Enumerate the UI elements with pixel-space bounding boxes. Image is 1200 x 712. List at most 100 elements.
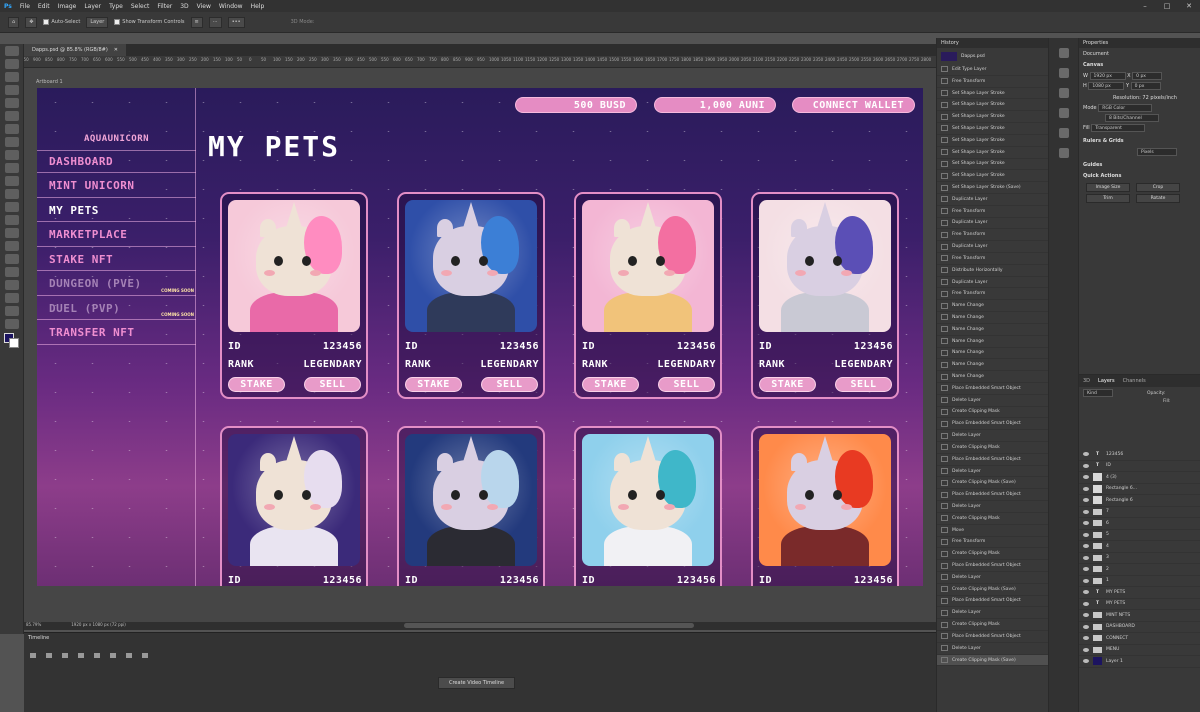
history-item[interactable]: Name Change: [937, 359, 1048, 372]
artboard[interactable]: AQUAUNICORN DASHBOARD MINT UNICORN MY PETS…: [37, 88, 923, 586]
visibility-eye-icon[interactable]: [1083, 486, 1089, 491]
layer-row[interactable]: 3: [1079, 553, 1200, 564]
first-frame-icon[interactable]: [30, 653, 36, 658]
visibility-eye-icon[interactable]: [1083, 555, 1089, 560]
history-item[interactable]: Set Shape Layer Stroke: [937, 170, 1048, 183]
hand-tool-icon[interactable]: [4, 293, 19, 303]
history-item[interactable]: Place Embedded Smart Object: [937, 631, 1048, 643]
adjustments-panel-icon[interactable]: [1058, 88, 1069, 98]
more-icon[interactable]: •••: [227, 16, 245, 28]
document-tab[interactable]: Dapps.psd @ 85.8% (RGB/8#) ✕: [24, 44, 126, 56]
guides-section-title[interactable]: Guides: [1083, 162, 1196, 168]
history-panel-title[interactable]: History: [937, 38, 1048, 48]
eyedropper-tool-icon[interactable]: [4, 124, 19, 134]
trim-button[interactable]: Trim: [1086, 194, 1130, 203]
zoom-tool-icon[interactable]: [4, 306, 19, 316]
tab-3d[interactable]: 3D: [1083, 375, 1090, 387]
visibility-eye-icon[interactable]: [1083, 601, 1089, 606]
canvas-width-field[interactable]: 1920 px: [1089, 72, 1126, 80]
layer-row[interactable]: MINT NFTS: [1079, 610, 1200, 622]
sell-button[interactable]: SELL: [304, 377, 361, 392]
stake-button[interactable]: STAKE: [759, 377, 816, 392]
move-tool-icon[interactable]: ✥: [25, 16, 38, 28]
menu-3d[interactable]: 3D: [176, 3, 192, 10]
history-item[interactable]: Name Change: [937, 371, 1048, 383]
history-item[interactable]: Set Shape Layer Stroke: [937, 88, 1048, 100]
layer-row[interactable]: DASHBOARD: [1079, 622, 1200, 633]
history-item[interactable]: Delete Layer: [937, 572, 1048, 584]
layer-row[interactable]: CONNECT: [1079, 633, 1200, 645]
history-item[interactable]: Set Shape Layer Stroke: [937, 111, 1048, 124]
history-item[interactable]: Delete Layer: [937, 466, 1048, 478]
split-icon[interactable]: [126, 653, 132, 658]
history-item[interactable]: Duplicate Layer: [937, 241, 1048, 253]
pet-card[interactable]: ID 123456 RANK LEGENDARY STAKE SELL: [397, 192, 545, 399]
distribute-icon[interactable]: ⋯: [208, 16, 222, 28]
history-item[interactable]: Free Transform: [937, 537, 1048, 549]
visibility-eye-icon[interactable]: [1083, 624, 1089, 629]
menu-type[interactable]: Type: [105, 3, 127, 10]
properties-panel-title[interactable]: Properties: [1079, 38, 1200, 48]
visibility-eye-icon[interactable]: [1083, 463, 1089, 468]
pet-card[interactable]: ID 123456 RANK LEGENDARY STAKE SELL: [220, 192, 368, 399]
brush-panel-icon[interactable]: [1058, 108, 1069, 118]
canvas-height-field[interactable]: 1080 px: [1088, 82, 1125, 90]
crop-button[interactable]: Crop: [1136, 183, 1180, 192]
busd-balance-button[interactable]: 500 BUSD: [515, 97, 637, 113]
visibility-eye-icon[interactable]: [1083, 452, 1089, 457]
play-icon[interactable]: [62, 653, 68, 658]
history-item[interactable]: Create Clipping Mask: [937, 548, 1048, 561]
ruler-units-select[interactable]: Pixels: [1137, 148, 1177, 156]
magic-wand-tool-icon[interactable]: [4, 85, 19, 95]
canvas-x-field[interactable]: 0 px: [1132, 72, 1163, 80]
image-size-button[interactable]: Image Size: [1086, 183, 1130, 192]
canvas-y-field[interactable]: 0 px: [1130, 82, 1161, 90]
layer-row[interactable]: 4 (3): [1079, 472, 1200, 484]
history-item[interactable]: Free Transform: [937, 76, 1048, 88]
properties-panel-icon[interactable]: [1058, 68, 1069, 78]
gradient-tool-icon[interactable]: [4, 202, 19, 212]
auni-balance-button[interactable]: 1,000 AUNI: [654, 97, 776, 113]
history-item[interactable]: Name Change: [937, 324, 1048, 336]
next-frame-icon[interactable]: [78, 653, 84, 658]
layer-row[interactable]: 2: [1079, 564, 1200, 576]
layer-row[interactable]: Layer 1: [1079, 656, 1200, 668]
rulers-grids-section-title[interactable]: Rulers & Grids: [1083, 138, 1196, 144]
visibility-eye-icon[interactable]: [1083, 647, 1089, 652]
menu-image[interactable]: Image: [54, 3, 81, 10]
pen-tool-icon[interactable]: [4, 241, 19, 251]
fill-select[interactable]: Transparent: [1091, 124, 1146, 132]
visibility-eye-icon[interactable]: [1083, 613, 1089, 618]
sell-button[interactable]: SELL: [835, 377, 892, 392]
layer-row[interactable]: T ID: [1079, 461, 1200, 472]
eraser-tool-icon[interactable]: [4, 189, 19, 199]
nav-item-my-pets[interactable]: MY PETS: [37, 199, 196, 222]
history-item[interactable]: Create Clipping Mask (Save): [937, 477, 1048, 490]
history-item[interactable]: Name Change: [937, 336, 1048, 348]
prev-frame-icon[interactable]: [46, 653, 52, 658]
history-item[interactable]: Place Embedded Smart Object: [937, 454, 1048, 466]
tab-channels[interactable]: Channels: [1123, 375, 1146, 387]
lasso-tool-icon[interactable]: [4, 72, 19, 82]
history-item[interactable]: Create Clipping Mask: [937, 442, 1048, 454]
nav-item-dungeon-pve[interactable]: DUNGEON (PVE) COMING SOON: [37, 273, 196, 296]
dodge-tool-icon[interactable]: [4, 228, 19, 238]
minimize-icon[interactable]: –: [1134, 0, 1156, 12]
connect-wallet-button[interactable]: CONNECT WALLET: [792, 97, 915, 113]
history-panel-icon[interactable]: [1058, 48, 1069, 58]
menu-edit[interactable]: Edit: [34, 3, 54, 10]
history-item[interactable]: Free Transform: [937, 206, 1048, 218]
nav-item-stake-nft[interactable]: STAKE NFT: [37, 248, 196, 271]
history-item[interactable]: Set Shape Layer Stroke: [937, 135, 1048, 147]
visibility-eye-icon[interactable]: [1083, 475, 1089, 480]
shape-tool-icon[interactable]: [4, 280, 19, 290]
type-tool-icon[interactable]: [4, 254, 19, 264]
history-item[interactable]: Create Clipping Mask (Save): [937, 584, 1048, 596]
paragraph-panel-icon[interactable]: [1058, 128, 1069, 138]
history-item[interactable]: Name Change: [937, 312, 1048, 324]
more-tools-icon[interactable]: [4, 319, 19, 329]
history-item[interactable]: Delete Layer: [937, 501, 1048, 513]
history-snapshot[interactable]: Dapps.psd: [937, 48, 1048, 64]
visibility-eye-icon[interactable]: [1083, 659, 1089, 664]
create-video-timeline-button[interactable]: Create Video Timeline: [438, 677, 516, 689]
